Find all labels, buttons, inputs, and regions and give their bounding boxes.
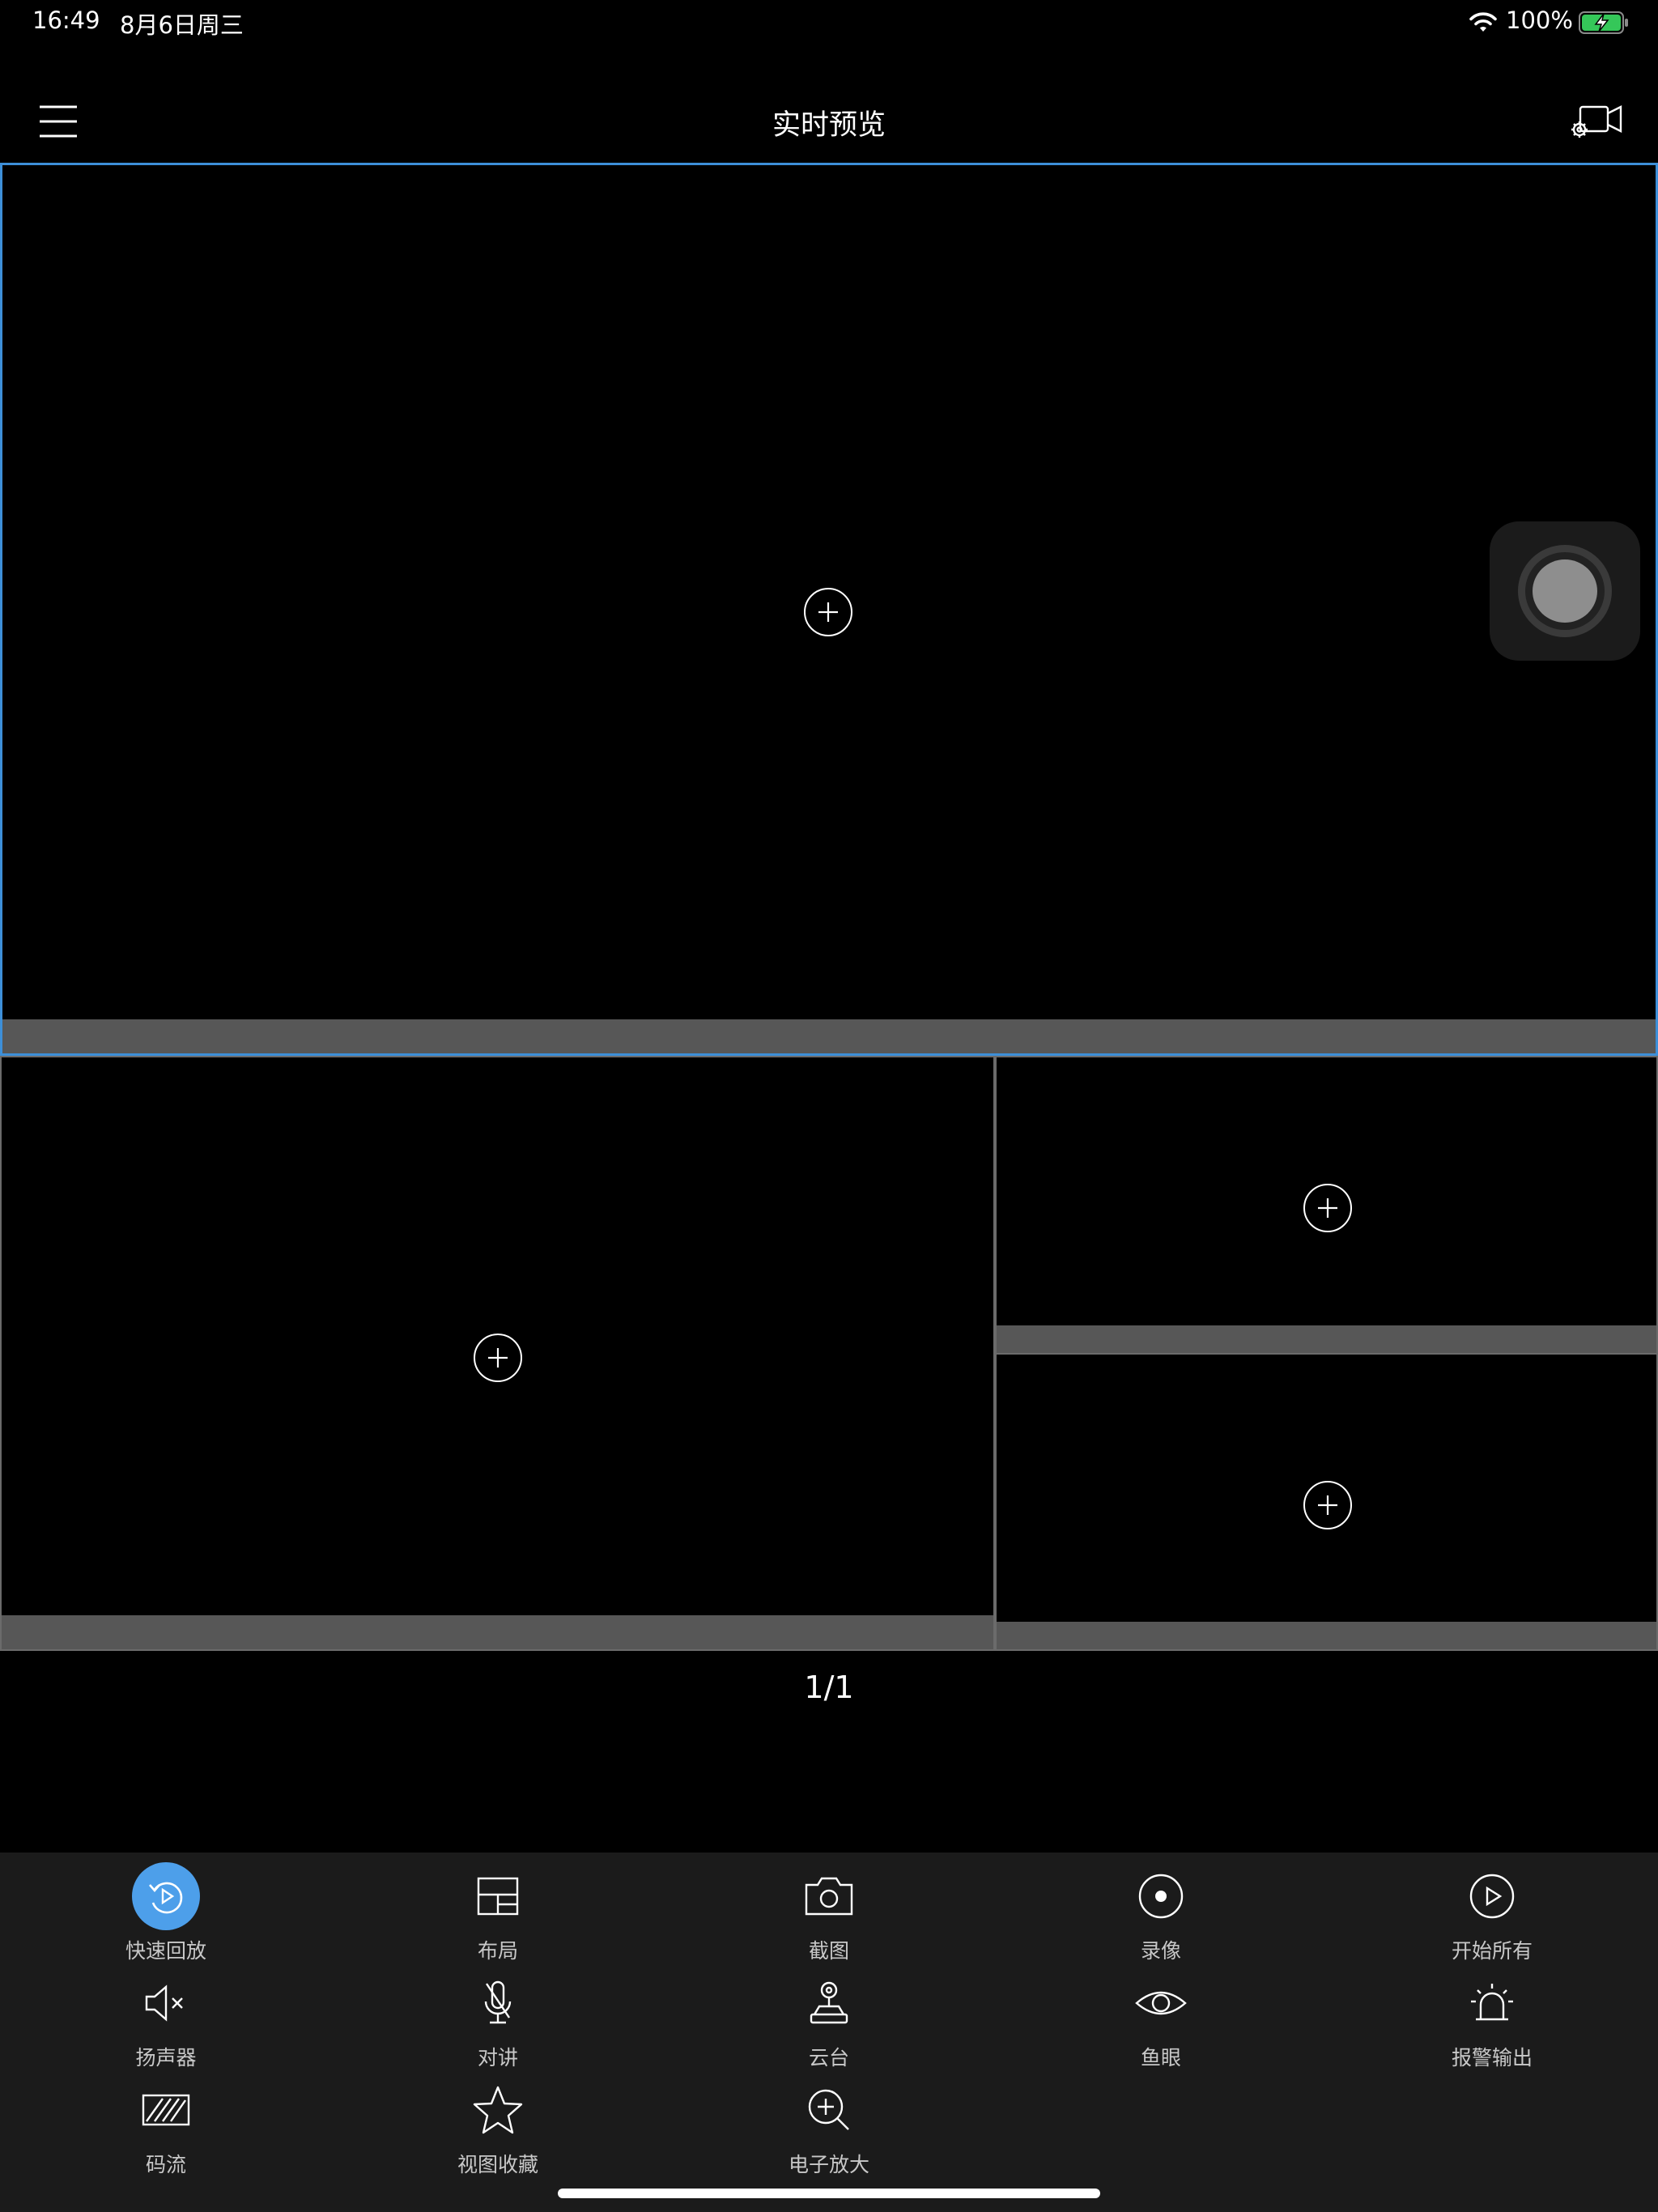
speaker-mute-icon	[145, 1984, 183, 2022]
battery-percentage: 100%	[1506, 6, 1573, 34]
status-time: 16:49	[32, 6, 100, 34]
play-all-icon	[1469, 1874, 1515, 1919]
tool-label: 截图	[808, 1939, 849, 1963]
view-favorites-button[interactable]: 视图收藏	[376, 2074, 619, 2176]
assistive-touch-core	[1533, 559, 1597, 623]
pane-status-bar	[2, 1615, 993, 1649]
speaker-button[interactable]: 扬声器	[45, 1967, 287, 2069]
camera-settings-icon	[1571, 105, 1622, 138]
tool-label: 录像	[1140, 1939, 1181, 1963]
tool-label: 云台	[808, 2046, 849, 2069]
tool-label: 布局	[477, 1939, 518, 1963]
tool-label: 扬声器	[135, 2046, 197, 2069]
add-channel-icon[interactable]	[1303, 1183, 1353, 1233]
talk-button[interactable]: 对讲	[376, 1967, 619, 2069]
pane-status-bar	[997, 1325, 1656, 1353]
record-button[interactable]: 录像	[1039, 1861, 1282, 1963]
device-settings-button[interactable]	[1569, 100, 1624, 143]
zoom-in-icon	[808, 2089, 849, 2130]
video-pane-2[interactable]	[0, 1056, 995, 1651]
video-pane-3[interactable]	[995, 1056, 1658, 1355]
video-pane-1[interactable]	[0, 163, 1658, 1056]
pane-status-bar	[997, 1622, 1656, 1649]
tool-label: 开始所有	[1451, 1939, 1533, 1963]
camera-icon	[805, 1877, 853, 1916]
tool-label: 对讲	[477, 2046, 518, 2069]
alarm-output-button[interactable]: 报警输出	[1371, 1967, 1613, 2069]
ptz-icon	[810, 1981, 848, 2024]
eye-icon	[1135, 1991, 1187, 2015]
quick-playback-icon	[132, 1862, 200, 1930]
mic-off-icon	[484, 1980, 512, 2024]
page-title: 实时预览	[772, 109, 886, 142]
add-channel-icon[interactable]	[1303, 1480, 1353, 1530]
status-date: 8月6日周三	[120, 11, 244, 39]
pane-status-bar	[2, 1019, 1656, 1053]
tool-label: 电子放大	[788, 2153, 869, 2176]
tool-label: 鱼眼	[1140, 2046, 1181, 2069]
stream-button[interactable]: 码流	[45, 2074, 287, 2176]
stream-icon	[142, 2094, 190, 2126]
assistive-touch-button[interactable]	[1490, 521, 1640, 661]
screenshot-button[interactable]: 截图	[708, 1861, 950, 1963]
layout-button[interactable]: 布局	[376, 1861, 619, 1963]
fisheye-button[interactable]: 鱼眼	[1039, 1967, 1282, 2069]
tool-label: 报警输出	[1451, 2046, 1533, 2069]
tool-label: 码流	[145, 2153, 186, 2176]
start-all-button[interactable]: 开始所有	[1371, 1861, 1613, 1963]
home-indicator[interactable]	[558, 2189, 1100, 2198]
tool-label: 视图收藏	[457, 2153, 538, 2176]
digital-zoom-button[interactable]: 电子放大	[708, 2074, 950, 2176]
wifi-icon	[1469, 12, 1497, 32]
video-pane-4[interactable]	[995, 1353, 1658, 1651]
star-icon	[473, 2086, 523, 2134]
alarm-icon	[1471, 1984, 1513, 2021]
layout-icon	[477, 1877, 519, 1916]
ptz-button[interactable]: 云台	[708, 1967, 950, 2069]
add-channel-icon[interactable]	[803, 587, 853, 637]
add-channel-icon[interactable]	[473, 1333, 523, 1383]
battery-charging-icon	[1579, 11, 1628, 34]
quick-playback-button[interactable]: 快速回放	[45, 1861, 287, 1963]
tool-label: 快速回放	[125, 1939, 206, 1963]
page-indicator: 1/1	[804, 1670, 854, 1705]
record-icon	[1138, 1874, 1184, 1919]
bottom-toolbar: 快速回放 布局 截图 录像 开始所有 扬声器 对讲 云台 鱼眼 报警输出 码流 …	[0, 1853, 1658, 2212]
